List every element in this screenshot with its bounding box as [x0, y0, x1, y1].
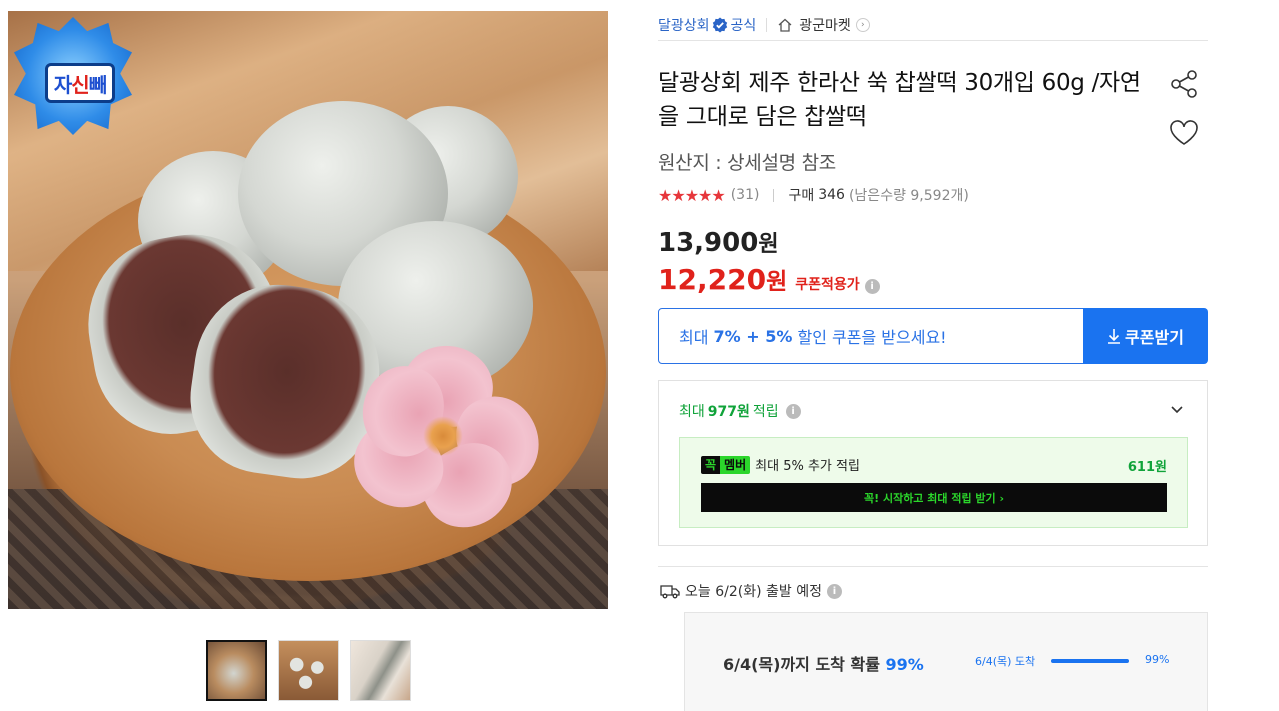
coupon-rates: 7% + 5%: [713, 326, 793, 346]
info-icon[interactable]: i: [785, 403, 801, 419]
review-count[interactable]: (31): [731, 187, 760, 203]
sale-price-row: 12,220원 쿠폰적용가 i: [658, 262, 880, 296]
thumbnail-2[interactable]: [278, 640, 339, 701]
divider: [766, 17, 768, 32]
reward-amount: 977원: [707, 404, 750, 420]
sale-price: 12,220원: [658, 263, 788, 296]
cherry-blossom: [339, 338, 551, 544]
delivery-probability-value: 99%: [1145, 653, 1170, 666]
verified-badge-icon: [712, 17, 727, 32]
shipping-text: 오늘 6/2(화) 출발 예정: [685, 584, 822, 600]
rating-row: ★★★★★ (31) 구매 346 (남은수량 9,592개): [658, 185, 969, 205]
info-icon[interactable]: i: [864, 279, 880, 294]
chevron-down-icon[interactable]: [1169, 401, 1185, 417]
delivery-probability-bar: [1051, 659, 1130, 663]
origin-info: 원산지 : 상세설명 참조: [658, 152, 836, 174]
reward-panel: 최대 977원 적립 i 꼭 멤버 최대 5% 추가 적립 611원 꼭! 시작하…: [658, 380, 1208, 546]
rating-stars: ★★★★★: [658, 185, 726, 205]
member-badge: 꼭 멤버: [701, 455, 751, 474]
truck-icon: [660, 585, 680, 599]
member-start-button[interactable]: 꼭! 시작하고 최대 적립 받기 ›: [701, 483, 1167, 512]
member-row: 꼭 멤버 최대 5% 추가 적립: [701, 455, 860, 474]
shipping-row: 오늘 6/2(화) 출발 예정 i: [660, 581, 842, 601]
original-price: 13,900원: [658, 228, 779, 258]
home-icon: [778, 18, 792, 32]
thumbnail-1[interactable]: [206, 640, 267, 701]
market-link[interactable]: 광군마켓: [799, 15, 851, 35]
coupon-banner[interactable]: 최대 7% + 5% 할인 쿠폰을 받으세요!: [658, 308, 1084, 364]
member-reward-amount: 611원: [1127, 460, 1167, 475]
product-page: 자신빼 달광상회 공식 광군마켓 › 달광상회 제주 한라산 쑥 찹쌀떡 30개…: [0, 0, 1279, 711]
share-icon[interactable]: [1168, 68, 1200, 100]
delivery-estimate-panel: 6/4(목)까지 도착 확률 99% 6/4(목) 도착 99%: [684, 612, 1208, 711]
thumbnail-strip: [206, 640, 411, 701]
member-reward-text: 최대 5% 추가 적립: [755, 459, 860, 474]
section-divider: [658, 566, 1208, 567]
thumbnail-3[interactable]: [350, 640, 411, 701]
product-title: 달광상회 제주 한라산 쑥 찹쌀떡 30개입 60g /자연을 그대로 담은 찹…: [658, 70, 1141, 130]
chevron-right-icon[interactable]: ›: [855, 17, 870, 32]
coupon-price-tag: 쿠폰적용가: [795, 277, 860, 293]
seller-bar: 달광상회 공식 광군마켓 ›: [658, 9, 1208, 41]
product-main-image[interactable]: 자신빼: [8, 11, 608, 609]
official-label: 공식: [730, 17, 757, 34]
delivery-date-label: 6/4(목) 도착: [975, 655, 1036, 668]
purchase-label: 구매: [788, 188, 815, 204]
info-icon[interactable]: i: [826, 583, 842, 599]
download-icon: [1108, 329, 1121, 344]
member-reward-box: 꼭 멤버 최대 5% 추가 적립 611원 꼭! 시작하고 최대 적립 받기 ›: [679, 437, 1188, 528]
promo-badge-label: 자신빼: [45, 63, 115, 103]
reward-summary[interactable]: 최대 977원 적립 i: [679, 401, 801, 421]
purchase-count: 346: [818, 187, 845, 203]
delivery-estimate: 6/4(목)까지 도착 확률 99%: [723, 655, 924, 674]
divider: [773, 188, 775, 202]
remaining-stock: (남은수량 9,592개): [848, 188, 969, 204]
get-coupon-button[interactable]: 쿠폰받기: [1083, 308, 1208, 364]
heart-icon[interactable]: [1168, 117, 1200, 149]
seller-name[interactable]: 달광상회: [658, 15, 710, 35]
